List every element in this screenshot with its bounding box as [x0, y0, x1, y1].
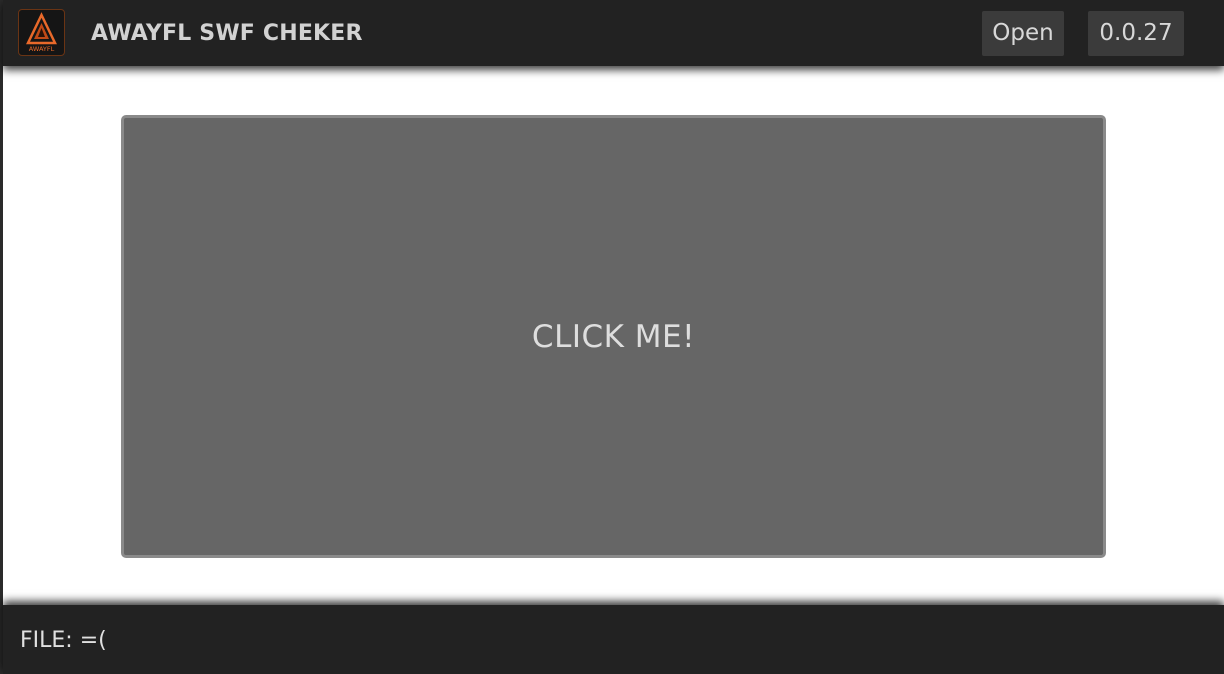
awayfl-logo-icon: AWAYFL — [26, 12, 57, 53]
version-button[interactable]: 0.0.27 — [1088, 11, 1184, 56]
awayfl-logo: AWAYFL — [18, 9, 65, 56]
drop-zone-label: CLICK ME! — [531, 318, 696, 355]
open-button[interactable]: Open — [982, 11, 1064, 56]
header-bar: AWAYFL AWAYFL SWF CHEKER Open 0.0.27 — [3, 0, 1224, 66]
file-status-value: =( — [79, 628, 107, 653]
status-bar: FILE: =( — [3, 605, 1224, 674]
svg-text:AWAYFL: AWAYFL — [29, 45, 55, 53]
file-status: FILE: =( — [20, 627, 107, 655]
file-status-label: FILE: — [20, 628, 73, 653]
app-title: AWAYFL SWF CHEKER — [91, 21, 363, 46]
file-drop-zone[interactable]: CLICK ME! — [121, 115, 1106, 558]
app-window: AWAYFL AWAYFL SWF CHEKER Open 0.0.27 CLI… — [0, 0, 1224, 674]
